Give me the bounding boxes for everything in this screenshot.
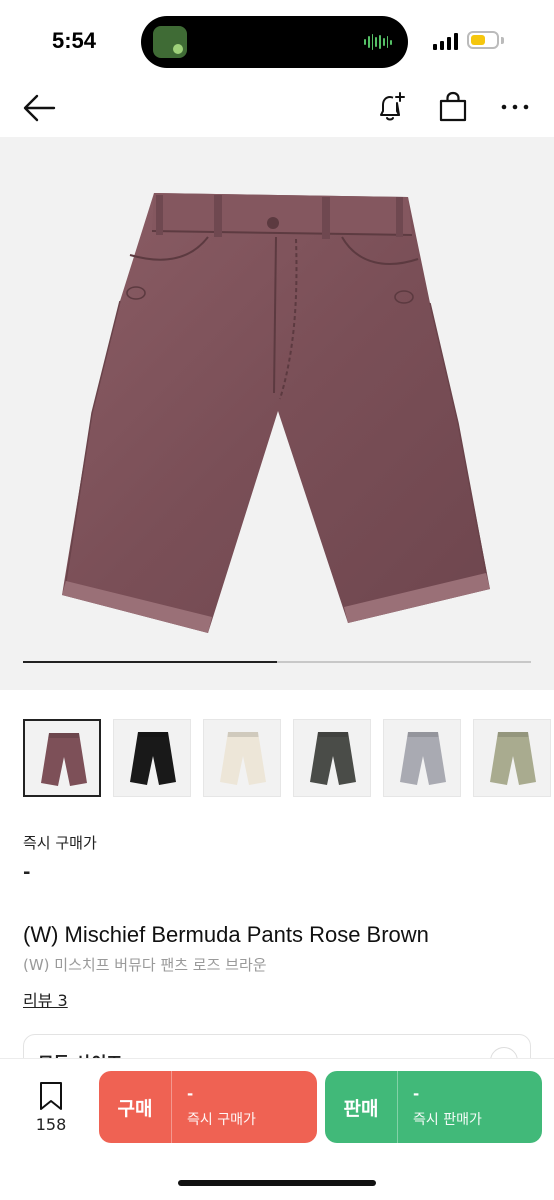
product-image xyxy=(62,193,490,633)
color-variant-thumbnails xyxy=(23,719,554,799)
color-thumbnail[interactable] xyxy=(23,719,101,797)
sell-button-divider xyxy=(397,1071,398,1143)
buy-button-subtext: 즉시 구매가 xyxy=(187,1112,256,1128)
home-indicator[interactable] xyxy=(178,1180,376,1186)
shorts-thumbnail-image xyxy=(220,732,266,785)
cellular-signal-icon xyxy=(433,32,461,50)
top-nav-bar xyxy=(0,80,554,136)
buy-button-price: - xyxy=(187,1085,194,1103)
dynamic-island xyxy=(141,16,408,68)
buy-button[interactable]: 구매 - 즉시 구매가 xyxy=(99,1071,317,1143)
arrow-left-icon[interactable] xyxy=(22,90,58,126)
shorts-thumbnail-image xyxy=(130,732,176,785)
status-bar: 5:54 xyxy=(0,0,554,80)
shorts-thumbnail-image xyxy=(310,732,356,785)
review-link[interactable]: 리뷰 3 xyxy=(23,987,68,1011)
shopping-bag-icon[interactable] xyxy=(435,89,471,125)
bookmark-icon xyxy=(40,1082,62,1110)
battery-icon xyxy=(467,31,499,49)
carousel-progress-bar xyxy=(23,661,277,663)
product-title-korean: (W) 미스치프 버뮤다 팬츠 로즈 브라운 xyxy=(23,956,267,974)
sell-button[interactable]: 판매 - 즉시 판매가 xyxy=(325,1071,542,1143)
carousel-progress-track xyxy=(23,661,531,663)
shorts-thumbnail-image xyxy=(400,732,446,785)
sell-button-price: - xyxy=(413,1085,420,1103)
status-time: 5:54 xyxy=(52,28,97,53)
color-thumbnail[interactable] xyxy=(203,719,281,797)
more-horizontal-icon[interactable] xyxy=(497,89,533,125)
buy-button-label: 구매 xyxy=(117,1097,153,1120)
battery-cap xyxy=(501,37,504,44)
instant-price-label: 즉시 구매가 xyxy=(23,834,97,852)
color-thumbnail[interactable] xyxy=(473,719,551,797)
bottom-action-bar: 158 구매 - 즉시 구매가 판매 - 즉시 판매가 xyxy=(0,1058,554,1200)
product-title: (W) Mischief Bermuda Pants Rose Brown xyxy=(23,922,429,947)
live-activity-app-icon xyxy=(153,26,187,58)
bell-plus-icon[interactable] xyxy=(373,89,409,125)
color-thumbnail[interactable] xyxy=(293,719,371,797)
sell-button-label: 판매 xyxy=(343,1097,379,1120)
color-thumbnail[interactable] xyxy=(113,719,191,797)
color-thumbnail[interactable] xyxy=(383,719,461,797)
instant-price-value: - xyxy=(23,862,31,883)
product-image-carousel[interactable] xyxy=(0,137,554,690)
buy-button-divider xyxy=(171,1071,172,1143)
shorts-thumbnail-image xyxy=(490,732,536,785)
bookmark-button[interactable]: 158 xyxy=(28,1081,74,1141)
audio-wave-icon xyxy=(364,33,392,51)
sell-button-subtext: 즉시 판매가 xyxy=(413,1112,482,1128)
shorts-thumbnail-image xyxy=(41,733,87,786)
bookmark-count: 158 xyxy=(35,1115,67,1134)
